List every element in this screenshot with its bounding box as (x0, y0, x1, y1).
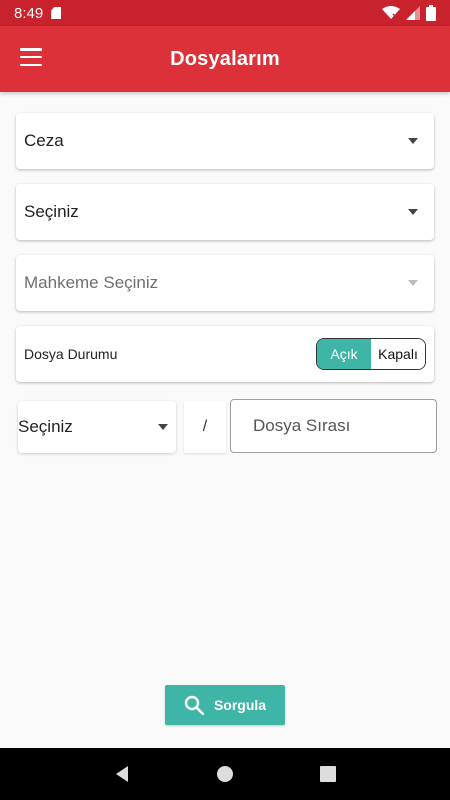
file-status-label: Dosya Durumu (24, 346, 118, 362)
file-status-toggle[interactable]: Açık Kapalı (316, 338, 426, 370)
court-type-dropdown-value: Seçiniz (24, 202, 79, 221)
category-dropdown[interactable]: Ceza (16, 113, 434, 169)
query-button-label: Sorgula (213, 697, 267, 713)
file-status-card: Dosya Durumu Açık Kapalı (16, 326, 434, 382)
home-icon[interactable] (210, 759, 240, 789)
query-button[interactable]: Sorgula (165, 685, 285, 725)
court-dropdown: Mahkeme Seçiniz (16, 255, 434, 311)
file-number-separator: / (184, 401, 226, 453)
status-bar: 8:49 (0, 0, 450, 26)
file-sequence-input[interactable] (230, 399, 437, 453)
file-number-row: Seçiniz / (18, 399, 438, 453)
category-dropdown-value: Ceza (24, 131, 64, 150)
court-type-dropdown[interactable]: Seçiniz (16, 184, 434, 240)
file-status-open-option[interactable]: Açık (317, 339, 371, 369)
page-title: Dosyalarım (170, 47, 280, 70)
file-year-dropdown-value: Seçiniz (18, 417, 73, 436)
recents-icon[interactable] (313, 759, 343, 789)
signal-icon (406, 6, 420, 20)
app-bar: Dosyalarım (0, 26, 450, 92)
file-year-dropdown[interactable]: Seçiniz (18, 401, 176, 453)
battery-icon (426, 5, 436, 21)
hamburger-menu-icon[interactable] (20, 48, 42, 66)
chevron-down-icon (408, 209, 418, 215)
status-icons (382, 5, 436, 21)
chevron-down-icon (408, 280, 418, 286)
chevron-down-icon (408, 138, 418, 144)
status-time: 8:49 (14, 4, 44, 22)
file-status-closed-option[interactable]: Kapalı (371, 339, 425, 369)
court-dropdown-placeholder: Mahkeme Seçiniz (24, 273, 159, 292)
wifi-icon (382, 6, 400, 19)
chevron-down-icon (158, 424, 168, 430)
search-icon (184, 695, 204, 715)
system-nav-bar (0, 748, 450, 800)
back-icon[interactable] (107, 759, 137, 789)
sd-card-icon (51, 7, 62, 19)
